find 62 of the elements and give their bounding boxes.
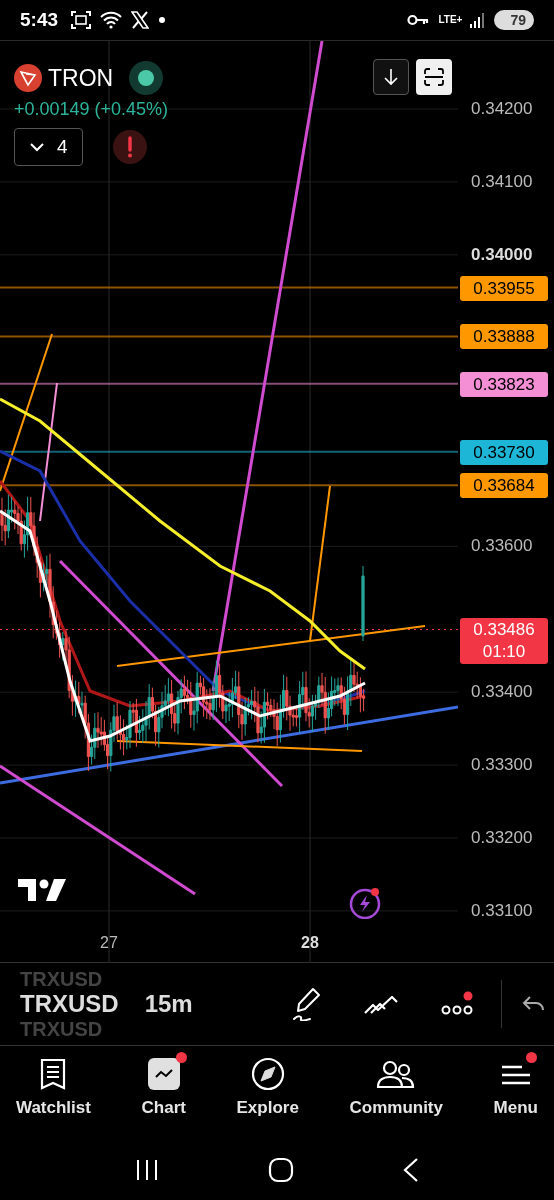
pencil-icon[interactable] xyxy=(291,987,323,1021)
chevron-down-icon xyxy=(29,142,45,152)
price-level-tag: 0.33955 xyxy=(460,275,548,301)
nav-tab[interactable]: Watchlist xyxy=(10,1046,97,1140)
price-axis-label: 0.33200 xyxy=(471,827,533,849)
interval-selector[interactable]: 15m xyxy=(144,990,193,1018)
home-icon[interactable] xyxy=(268,1157,294,1183)
trend-line[interactable] xyxy=(116,625,426,667)
price-change: +0.00149 (+0.45%) xyxy=(14,99,169,120)
trend-line[interactable] xyxy=(0,333,53,492)
wifi-icon xyxy=(100,11,123,29)
symbol-selector[interactable]: TRXUSD xyxy=(20,989,119,1019)
price-axis-label: 0.33400 xyxy=(471,681,533,704)
scroll-to-latest-button[interactable] xyxy=(373,59,409,95)
price-level-tag: 0.33888 xyxy=(460,324,548,350)
price-axis-label: 0.34000 xyxy=(471,243,533,266)
trend-line[interactable] xyxy=(39,382,58,522)
undo-icon[interactable] xyxy=(522,995,544,1013)
notification-dot xyxy=(175,1052,187,1063)
battery-indicator: 79 xyxy=(494,10,534,30)
indicators-toggle[interactable]: 4 xyxy=(14,128,83,166)
price-level-tag: 0.33684 xyxy=(460,473,548,499)
trend-line[interactable] xyxy=(116,740,363,752)
price-axis-label: 0.33600 xyxy=(471,535,533,558)
arrow-down-icon xyxy=(383,68,399,86)
warning-icon[interactable] xyxy=(112,130,147,164)
fullscreen-icon xyxy=(424,68,444,86)
lightning-icon[interactable] xyxy=(348,885,382,919)
fullscreen-button[interactable] xyxy=(416,59,452,95)
trend-line[interactable] xyxy=(0,705,458,785)
price-level-line[interactable] xyxy=(0,484,458,487)
status-time: 5:43 xyxy=(20,9,59,31)
price-axis-label: 0.33300 xyxy=(471,754,533,777)
time-axis-label: 27 xyxy=(99,934,119,952)
key-icon xyxy=(407,13,430,27)
screenshot-icon xyxy=(71,11,92,29)
price-axis-label: 0.33100 xyxy=(471,899,533,922)
price-level-tag: 0.33823 xyxy=(460,371,548,397)
recent-apps-icon[interactable] xyxy=(134,1158,159,1182)
nav-tab[interactable]: Menu xyxy=(487,1046,544,1140)
nav-tab[interactable]: Community xyxy=(343,1046,449,1140)
tron-logo-icon xyxy=(14,64,42,92)
x-logo-icon xyxy=(131,11,150,29)
time-axis-label: 28 xyxy=(300,934,320,952)
nav-tab[interactable]: Chart xyxy=(135,1046,192,1140)
back-icon[interactable] xyxy=(403,1157,420,1183)
dot-icon xyxy=(158,16,167,24)
notification-dot xyxy=(525,1052,537,1063)
more-icon[interactable] xyxy=(441,991,475,1017)
symbol-name: TRON xyxy=(48,64,114,92)
trend-line[interactable] xyxy=(309,485,331,642)
signal-icon xyxy=(469,12,486,28)
price-axis-label: 0.34100 xyxy=(471,170,533,193)
network-type: LTE+ xyxy=(438,15,461,25)
nav-tab[interactable]: Explore xyxy=(230,1046,305,1140)
market-open-icon xyxy=(129,61,164,95)
logo-icon xyxy=(18,879,66,901)
price-axis-label: 0.34200 xyxy=(471,98,533,120)
trend-line[interactable] xyxy=(58,559,284,788)
last-price: 0.33486 xyxy=(473,618,535,641)
price-level-tag: 0.33730 xyxy=(460,439,548,465)
bar-countdown: 01:10 xyxy=(482,640,526,663)
